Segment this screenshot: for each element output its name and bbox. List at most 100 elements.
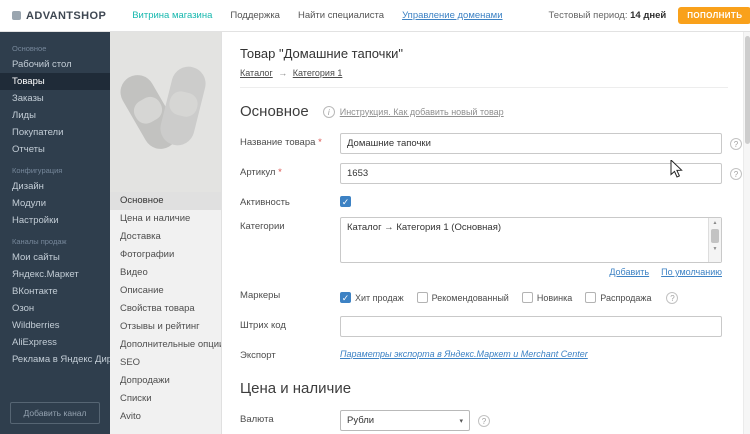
field-label-export: Экспорт [240, 346, 340, 361]
add-category-link[interactable]: Добавить [609, 267, 649, 277]
sidebar-nav: ОсновноеРабочий столТоварыЗаказыЛидыПоку… [0, 36, 110, 368]
sidebar-item-0-2[interactable]: Заказы [0, 90, 110, 107]
sidebar-item-1-1[interactable]: Модули [0, 195, 110, 212]
activity-checkbox[interactable]: ✓ [340, 196, 351, 207]
field-label-categories: Категории [240, 217, 340, 232]
section-heading-main: Основное [240, 103, 309, 120]
field-label-activity: Активность [240, 193, 340, 208]
marker-checkbox-0[interactable]: ✓ [340, 292, 351, 303]
field-row-export: Экспорт Параметры экспорта в Яндекс.Марк… [240, 346, 728, 361]
required-mark: * [278, 167, 282, 178]
slipper-image-right [157, 63, 209, 149]
marker-checkbox-1[interactable] [417, 292, 428, 303]
product-tab-2[interactable]: Доставка [110, 228, 221, 246]
product-tab-0[interactable]: Основное [110, 192, 221, 210]
name-label-text: Название товара [240, 137, 315, 148]
section-header-main: Основное i Инструкция. Как добавить новы… [240, 103, 728, 120]
scroll-down-icon[interactable]: ▼ [709, 244, 721, 254]
sidebar-item-2-0[interactable]: Мои сайты [0, 249, 110, 266]
instruction-link[interactable]: Инструкция. Как добавить новый товар [340, 107, 504, 117]
scroll-up-icon[interactable]: ▲ [709, 218, 721, 228]
trial-label: Тестовый период: [549, 10, 628, 21]
product-tab-7[interactable]: Отзывы и рейтинг [110, 318, 221, 336]
trial-period: Тестовый период: 14 дней [549, 10, 667, 21]
field-row-currency: Валюта Рубли ▾ ? [240, 410, 728, 431]
marker-label-2: Новинка [537, 293, 572, 303]
help-icon-sku[interactable]: ? [730, 168, 742, 180]
product-tab-9[interactable]: SEO [110, 354, 221, 372]
section-heading-price: Цена и наличие [240, 380, 351, 397]
product-photo[interactable] [110, 32, 221, 192]
product-tab-10[interactable]: Допродажи [110, 372, 221, 390]
field-row-sku: Артикул * ? [240, 163, 728, 184]
sidebar-section-title-2: Каналы продаж [0, 229, 110, 249]
sidebar-item-2-4[interactable]: Wildberries [0, 317, 110, 334]
scrollbar-thumb[interactable] [711, 229, 719, 243]
trial-value: 14 дней [630, 10, 666, 21]
marker-option-2: Новинка [522, 289, 572, 306]
marker-option-1: Рекомендованный [417, 289, 509, 306]
field-row-categories: Категории Каталог → Категория 1 (Основна… [240, 217, 728, 277]
breadcrumb-catalog[interactable]: Каталог [240, 68, 273, 78]
barcode-input[interactable] [340, 316, 722, 337]
help-icon-name[interactable]: ? [730, 138, 742, 150]
field-row-activity: Активность ✓ [240, 193, 728, 208]
categories-scrollbar[interactable]: ▲ ▼ [708, 218, 721, 262]
product-tab-4[interactable]: Видео [110, 264, 221, 282]
field-label-currency: Валюта [240, 410, 340, 425]
page-header: Товар "Домашние тапочки" Каталог → Катег… [240, 46, 728, 88]
logo-text: ADVANTSHOP [26, 10, 106, 22]
storefront-link[interactable]: Витрина магазина [132, 10, 212, 21]
marker-option-3: Распродажа [585, 289, 651, 306]
sidebar-item-2-6[interactable]: Реклама в Яндекс Директ [0, 351, 110, 368]
default-category-link[interactable]: По умолчанию [661, 267, 722, 277]
add-channel-button[interactable]: Добавить канал [10, 402, 100, 424]
topbar: ADVANTSHOP Витрина магазина Поддержка На… [0, 0, 750, 32]
find-specialist-link[interactable]: Найти специалиста [298, 10, 384, 21]
topup-button[interactable]: ПОПОЛНИТЬ [678, 7, 750, 24]
sidebar-item-2-3[interactable]: Озон [0, 300, 110, 317]
product-name-input[interactable] [340, 133, 722, 154]
field-label-barcode: Штрих код [240, 316, 340, 331]
breadcrumb-category[interactable]: Категория 1 [293, 68, 343, 78]
sidebar-item-0-1[interactable]: Товары [0, 73, 110, 90]
sidebar-item-0-3[interactable]: Лиды [0, 107, 110, 124]
sidebar-section-title-0: Основное [0, 36, 110, 56]
support-link[interactable]: Поддержка [230, 10, 280, 21]
sidebar-item-0-4[interactable]: Покупатели [0, 124, 110, 141]
help-icon-markers[interactable]: ? [666, 292, 678, 304]
help-icon-currency[interactable]: ? [478, 415, 490, 427]
product-tab-1[interactable]: Цена и наличие [110, 210, 221, 228]
sidebar-item-0-0[interactable]: Рабочий стол [0, 56, 110, 73]
sidebar-item-1-0[interactable]: Дизайн [0, 178, 110, 195]
product-tab-11[interactable]: Списки [110, 390, 221, 408]
product-tab-6[interactable]: Свойства товара [110, 300, 221, 318]
field-label-name: Название товара * [240, 133, 340, 148]
product-tab-12[interactable]: Avito [110, 408, 221, 426]
marker-checkbox-3[interactable] [585, 292, 596, 303]
product-tab-5[interactable]: Описание [110, 282, 221, 300]
page-scrollbar[interactable] [743, 32, 750, 434]
currency-value: Рубли [347, 415, 374, 426]
logo-icon [12, 11, 21, 20]
field-label-markers: Маркеры [240, 286, 340, 301]
categories-box[interactable]: Каталог → Категория 1 (Основная) ▲ ▼ [340, 217, 722, 263]
currency-select[interactable]: Рубли ▾ [340, 410, 470, 431]
page-title: Товар "Домашние тапочки" [240, 46, 728, 61]
page-scrollbar-thumb[interactable] [745, 36, 750, 144]
logo[interactable]: ADVANTSHOP [12, 10, 106, 22]
marker-label-0: Хит продаж [355, 293, 404, 303]
sidebar-item-1-2[interactable]: Настройки [0, 212, 110, 229]
sidebar-item-0-5[interactable]: Отчеты [0, 141, 110, 158]
domains-link[interactable]: Управление доменами [402, 10, 502, 21]
sidebar-item-2-1[interactable]: Яндекс.Маркет [0, 266, 110, 283]
sku-input[interactable] [340, 163, 722, 184]
info-icon[interactable]: i [323, 106, 335, 118]
sidebar-item-2-2[interactable]: ВКонтакте [0, 283, 110, 300]
export-settings-link[interactable]: Параметры экспорта в Яндекс.Маркет и Mer… [340, 349, 588, 359]
sidebar-item-2-5[interactable]: AliExpress [0, 334, 110, 351]
product-tab-8[interactable]: Дополнительные опции [110, 336, 221, 354]
sku-label-text: Артикул [240, 167, 275, 178]
marker-checkbox-2[interactable] [522, 292, 533, 303]
product-tab-3[interactable]: Фотографии [110, 246, 221, 264]
